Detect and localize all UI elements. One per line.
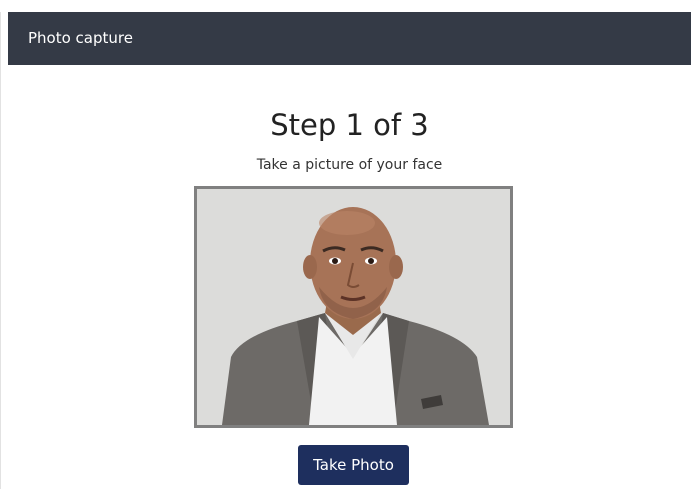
title-bar: Photo capture bbox=[8, 12, 691, 65]
instruction-text: Take a picture of your face bbox=[256, 157, 443, 173]
take-photo-button[interactable]: Take Photo bbox=[298, 445, 409, 485]
photo-capture-panel: Step 1 of 3 Take a picture of your face bbox=[8, 65, 691, 489]
window-title: Photo capture bbox=[28, 29, 133, 47]
portrait-photo bbox=[197, 189, 510, 425]
step-title: Step 1 of 3 bbox=[270, 108, 429, 142]
camera-preview bbox=[194, 186, 513, 428]
